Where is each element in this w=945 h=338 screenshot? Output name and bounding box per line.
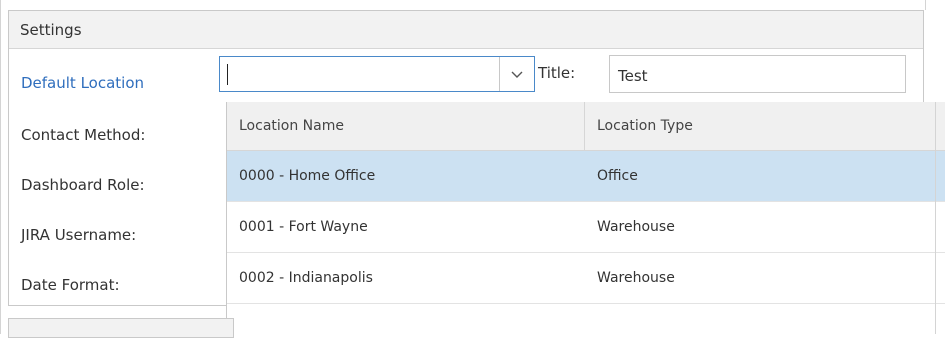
left-border-line: [0, 0, 1, 334]
location-name-cell: 0001 - Fort Wayne: [239, 219, 368, 235]
grid-header: Location Name Location Type: [227, 102, 945, 151]
dashboard-role-label: Dashboard Role:: [21, 176, 145, 194]
column-separator[interactable]: [584, 102, 585, 151]
location-name-cell: 0000 - Home Office: [239, 168, 376, 184]
default-location-label[interactable]: Default Location: [21, 74, 144, 92]
location-type-cell: Office: [597, 168, 638, 184]
jira-username-label: JIRA Username:: [21, 226, 137, 244]
grid-row[interactable]: 0000 - Home Office Office: [227, 151, 945, 202]
chevron-down-icon: [511, 65, 523, 83]
grid-row[interactable]: 0002 - Indianapolis Warehouse: [227, 253, 945, 304]
panel-header: Settings: [9, 11, 923, 49]
location-type-cell: Warehouse: [597, 270, 675, 286]
date-format-label: Date Format:: [21, 276, 120, 294]
column-header-location-name[interactable]: Location Name: [239, 118, 344, 134]
title-label: Title:: [538, 64, 576, 82]
right-border-line: [925, 0, 926, 10]
column-header-location-type[interactable]: Location Type: [597, 118, 693, 134]
panel-title: Settings: [20, 20, 82, 39]
contact-method-label: Contact Method:: [21, 126, 146, 144]
dropdown-right-border: [935, 102, 936, 334]
text-cursor: [227, 64, 228, 85]
location-name-cell: 0002 - Indianapolis: [239, 270, 373, 286]
collapsed-section-header[interactable]: [8, 318, 234, 338]
grid-row[interactable]: 0001 - Fort Wayne Warehouse: [227, 202, 945, 253]
location-dropdown-grid: Location Name Location Type 0000 - Home …: [226, 102, 945, 334]
dropdown-toggle-button[interactable]: [499, 57, 534, 91]
default-location-combobox[interactable]: [219, 56, 535, 92]
title-input[interactable]: Test: [609, 55, 906, 93]
location-type-cell: Warehouse: [597, 219, 675, 235]
